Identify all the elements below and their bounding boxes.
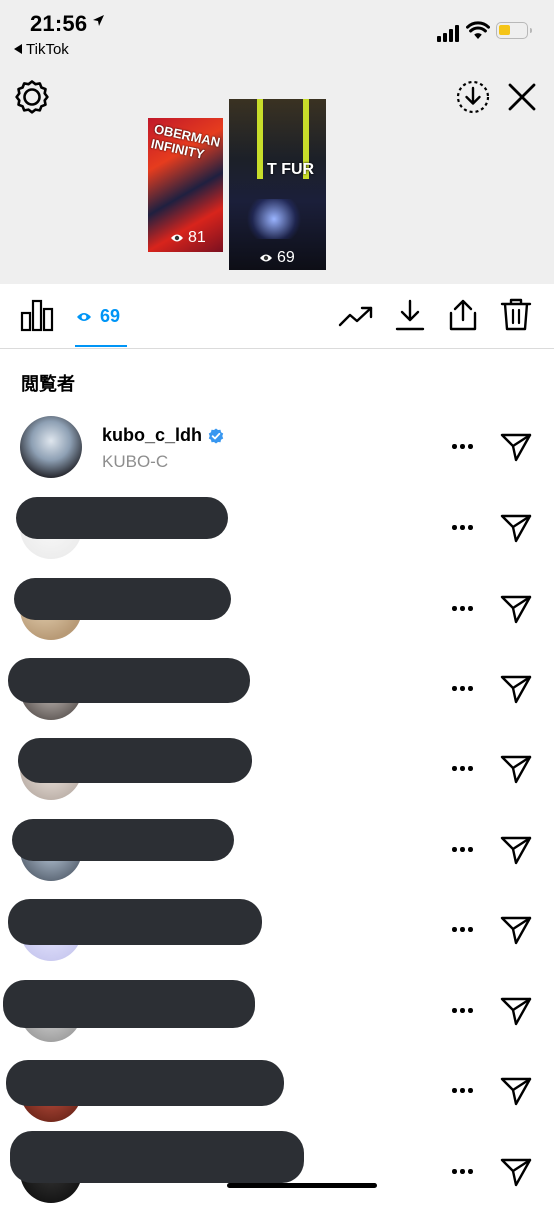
viewer-row[interactable] bbox=[0, 889, 554, 969]
download-circle-icon[interactable] bbox=[455, 79, 491, 115]
more-options-icon[interactable] bbox=[452, 1169, 474, 1175]
more-options-icon[interactable] bbox=[452, 525, 474, 531]
viewer-username-text: kubo_c_ldh bbox=[102, 425, 203, 445]
send-message-icon[interactable] bbox=[500, 593, 532, 625]
wifi-icon bbox=[466, 21, 490, 39]
send-message-icon[interactable] bbox=[500, 512, 532, 544]
story-insights-toolbar: 69 bbox=[0, 284, 554, 349]
send-message-icon[interactable] bbox=[500, 1075, 532, 1107]
redaction-mark bbox=[10, 1131, 304, 1183]
battery-icon bbox=[496, 22, 532, 39]
status-bar: 21:56 TikTok bbox=[0, 0, 554, 70]
story-preview-area: 21:56 TikTok OBERMAN INFINITY 81 T FUR 6… bbox=[0, 0, 554, 284]
redaction-mark bbox=[3, 980, 255, 1028]
eye-icon bbox=[77, 312, 91, 321]
status-time: 21:56 bbox=[30, 11, 88, 36]
more-options-icon[interactable] bbox=[452, 847, 474, 853]
story-overlay-text: OBERMAN INFINITY bbox=[149, 121, 222, 162]
more-options-icon[interactable] bbox=[452, 1088, 474, 1094]
story-view-count: 69 bbox=[259, 249, 295, 267]
trash-icon[interactable] bbox=[500, 297, 532, 331]
viewer-row[interactable] bbox=[0, 809, 554, 889]
close-icon[interactable] bbox=[506, 81, 538, 113]
story-overlay-text: T FUR bbox=[267, 161, 315, 178]
redaction-mark bbox=[6, 1060, 284, 1106]
viewer-row[interactable]: kubo_c_ldh KUBO-C bbox=[0, 406, 554, 486]
send-message-icon[interactable] bbox=[500, 834, 532, 866]
send-message-icon[interactable] bbox=[500, 431, 532, 463]
viewer-row[interactable] bbox=[0, 728, 554, 808]
story-thumbnail-previous[interactable]: OBERMAN INFINITY 81 bbox=[148, 118, 223, 252]
send-message-icon[interactable] bbox=[500, 914, 532, 946]
verified-badge-icon bbox=[208, 428, 224, 443]
avatar[interactable] bbox=[20, 416, 82, 478]
share-icon[interactable] bbox=[448, 298, 478, 332]
redaction-mark bbox=[18, 738, 252, 783]
redaction-mark bbox=[8, 658, 250, 703]
viewer-fullname: KUBO-C bbox=[102, 452, 169, 471]
active-tab-underline bbox=[75, 345, 127, 347]
views-tab[interactable]: 69 bbox=[76, 306, 120, 327]
redaction-mark bbox=[8, 899, 262, 945]
settings-gear-icon[interactable] bbox=[15, 80, 49, 114]
story-view-count-value: 69 bbox=[277, 249, 295, 266]
viewer-row[interactable] bbox=[0, 970, 554, 1050]
redaction-mark bbox=[12, 819, 234, 861]
story-view-count: 81 bbox=[170, 229, 206, 247]
viewers-section-title: 閲覧者 bbox=[21, 374, 75, 394]
story-thumbnail-current[interactable]: T FUR 69 bbox=[229, 99, 326, 270]
eye-icon bbox=[260, 254, 272, 262]
send-message-icon[interactable] bbox=[500, 1156, 532, 1188]
story-view-count-value: 81 bbox=[188, 229, 206, 246]
viewer-row[interactable] bbox=[0, 1050, 554, 1130]
more-options-icon[interactable] bbox=[452, 686, 474, 692]
views-count: 69 bbox=[100, 306, 121, 326]
selected-story-pointer bbox=[267, 270, 289, 282]
more-options-icon[interactable] bbox=[452, 444, 474, 450]
back-to-app-link[interactable]: TikTok bbox=[14, 41, 69, 58]
more-options-icon[interactable] bbox=[452, 766, 474, 772]
viewer-username[interactable]: kubo_c_ldh bbox=[102, 425, 224, 446]
back-triangle-icon bbox=[14, 44, 22, 55]
more-options-icon[interactable] bbox=[452, 1008, 474, 1014]
bar-chart-icon[interactable] bbox=[20, 298, 54, 332]
viewer-row[interactable] bbox=[0, 1131, 554, 1211]
insights-trend-icon[interactable] bbox=[338, 304, 374, 328]
send-message-icon[interactable] bbox=[500, 673, 532, 705]
cellular-signal-icon bbox=[437, 24, 463, 42]
home-indicator[interactable] bbox=[227, 1183, 377, 1188]
eye-icon bbox=[171, 234, 183, 242]
download-icon[interactable] bbox=[395, 298, 425, 332]
send-message-icon[interactable] bbox=[500, 995, 532, 1027]
send-message-icon[interactable] bbox=[500, 753, 532, 785]
viewer-row[interactable] bbox=[0, 568, 554, 648]
back-app-label: TikTok bbox=[26, 41, 69, 58]
redaction-mark bbox=[16, 497, 228, 539]
more-options-icon[interactable] bbox=[452, 606, 474, 612]
viewer-row[interactable] bbox=[0, 648, 554, 728]
more-options-icon[interactable] bbox=[452, 927, 474, 933]
redaction-mark bbox=[14, 578, 231, 620]
location-arrow-icon bbox=[93, 15, 104, 26]
viewer-row[interactable] bbox=[0, 487, 554, 567]
